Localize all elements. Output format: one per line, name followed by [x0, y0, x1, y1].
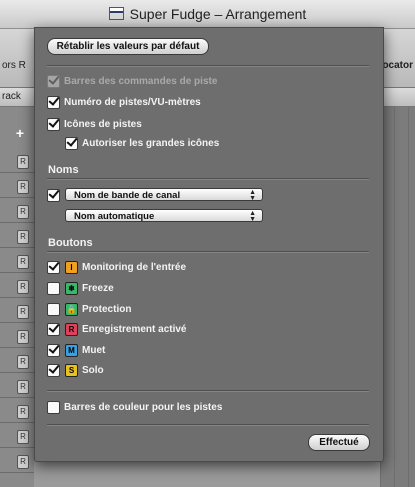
option-freeze[interactable]: ❄ Freeze — [47, 280, 114, 296]
window-title: Super Fudge – Arrangement — [129, 6, 307, 22]
checkbox[interactable] — [65, 136, 78, 150]
record-enable-mini-button[interactable]: R — [17, 455, 29, 469]
option-label: Barres de couleur pour les pistes — [64, 401, 223, 413]
option-names-enable[interactable] — [47, 187, 60, 203]
checkbox[interactable] — [47, 188, 60, 202]
option-record-enable[interactable]: R Enregistrement activé — [47, 321, 187, 337]
track-row: R — [0, 252, 34, 273]
checkbox[interactable] — [47, 302, 60, 316]
track-row: R — [0, 202, 34, 223]
record-enable-mini-button[interactable]: R — [17, 430, 29, 444]
option-mute[interactable]: M Muet — [47, 342, 105, 358]
checkbox[interactable] — [47, 363, 60, 377]
record-icon: R — [65, 322, 78, 336]
record-enable-mini-button[interactable]: R — [17, 255, 29, 269]
input-monitoring-icon: I — [65, 260, 78, 274]
option-label: Barres des commandes de piste — [64, 75, 218, 87]
track-row: R — [0, 327, 34, 348]
names-secondary-select[interactable]: Nom automatique ▲ ▼ — [65, 209, 263, 223]
checkbox[interactable] — [47, 74, 60, 88]
document-icon — [108, 7, 124, 20]
track-menu-fragment[interactable]: rack — [2, 91, 21, 102]
names-section-title: Noms — [48, 164, 79, 176]
toolbar-right-fragment: ocator — [382, 60, 413, 71]
record-enable-mini-button[interactable]: R — [17, 155, 29, 169]
option-solo[interactable]: S Solo — [47, 362, 104, 378]
record-enable-mini-button[interactable]: R — [17, 405, 29, 419]
buttons-section-title: Boutons — [48, 237, 93, 249]
track-row: R — [0, 227, 34, 248]
lock-icon: 🔒 — [65, 302, 78, 316]
record-enable-mini-button[interactable]: R — [17, 230, 29, 244]
option-label: Autoriser les grandes icônes — [82, 137, 220, 149]
select-value: Nom de bande de canal — [74, 190, 181, 201]
add-track-button[interactable]: + — [12, 126, 28, 140]
track-row: R — [0, 277, 34, 298]
track-row: R — [0, 377, 34, 398]
option-color-bars[interactable]: Barres de couleur pour les pistes — [47, 399, 222, 415]
track-row: R — [0, 152, 34, 173]
track-row: R — [0, 177, 34, 198]
option-label: Icônes de pistes — [64, 118, 142, 130]
select-value: Nom automatique — [74, 211, 155, 222]
option-label: Freeze — [82, 282, 114, 294]
option-label: Numéro de pistes/VU-mètres — [64, 96, 201, 108]
track-row: R — [0, 352, 34, 373]
record-enable-mini-button[interactable]: R — [17, 355, 29, 369]
title-bar[interactable]: Super Fudge – Arrangement — [0, 0, 415, 29]
option-track-numbers-meters[interactable]: Numéro de pistes/VU-mètres — [47, 94, 201, 110]
option-label: Monitoring de l'entrée — [82, 261, 187, 273]
checkbox[interactable] — [47, 322, 60, 336]
toolbar-left-fragment: ors R — [2, 60, 26, 71]
option-label: Muet — [82, 344, 106, 356]
arrange-area[interactable] — [380, 107, 415, 487]
freeze-icon: ❄ — [65, 281, 78, 295]
option-protection[interactable]: 🔒 Protection — [47, 301, 131, 317]
option-track-controls-bar[interactable]: Barres des commandes de piste — [47, 73, 217, 89]
option-label: Solo — [82, 364, 104, 376]
window-title-area: Super Fudge – Arrangement — [0, 6, 415, 22]
separator — [47, 251, 369, 253]
separator — [47, 390, 369, 392]
names-primary-select[interactable]: Nom de bande de canal ▲ ▼ — [65, 188, 263, 202]
option-track-icons[interactable]: Icônes de pistes — [47, 116, 142, 132]
record-enable-mini-button[interactable]: R — [17, 330, 29, 344]
track-row: R — [0, 427, 34, 448]
checkbox[interactable] — [47, 260, 60, 274]
option-label: Protection — [82, 303, 132, 315]
select-arrows-icon: ▲ ▼ — [249, 189, 256, 202]
record-enable-mini-button[interactable]: R — [17, 205, 29, 219]
solo-icon: S — [65, 363, 78, 377]
mute-icon: M — [65, 343, 78, 357]
checkbox[interactable] — [47, 95, 60, 109]
reset-defaults-button[interactable]: Rétablir les valeurs par défaut — [47, 38, 209, 55]
checkbox[interactable] — [47, 281, 60, 295]
record-enable-mini-button[interactable]: R — [17, 280, 29, 294]
track-row: R — [0, 452, 34, 473]
done-button[interactable]: Effectué — [308, 434, 370, 451]
option-large-icons[interactable]: Autoriser les grandes icônes — [65, 135, 219, 151]
track-row: R — [0, 302, 34, 323]
checkbox[interactable] — [47, 343, 60, 357]
record-enable-mini-button[interactable]: R — [17, 305, 29, 319]
option-label: Enregistrement activé — [82, 323, 187, 335]
separator — [47, 424, 369, 426]
track-row: R — [0, 402, 34, 423]
select-arrows-icon: ▲ ▼ — [249, 210, 256, 223]
checkbox[interactable] — [47, 117, 60, 131]
checkbox[interactable] — [47, 400, 60, 414]
track-header-config-panel: Rétablir les valeurs par défaut Barres d… — [34, 27, 384, 462]
record-enable-mini-button[interactable]: R — [17, 180, 29, 194]
option-input-monitoring[interactable]: I Monitoring de l'entrée — [47, 259, 186, 275]
separator — [47, 178, 369, 180]
separator — [47, 65, 369, 67]
record-enable-mini-button[interactable]: R — [17, 380, 29, 394]
